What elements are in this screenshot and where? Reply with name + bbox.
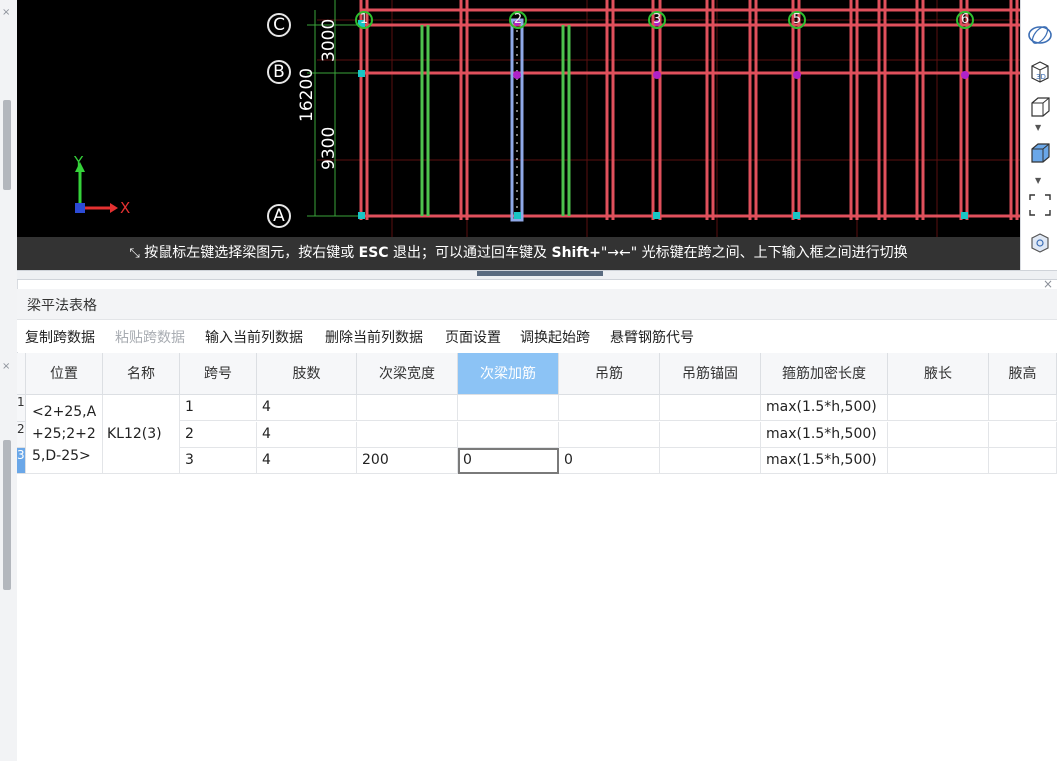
column-marker-6: 6 xyxy=(956,11,974,29)
panel-splitter[interactable] xyxy=(17,270,1057,280)
stirrup-dense-length-cell[interactable]: max(1.5*h,500) xyxy=(761,448,888,474)
hint-key-shift: Shift+ xyxy=(551,245,601,261)
hanger-bar-cell[interactable] xyxy=(559,422,660,448)
span-number-cell[interactable]: 2 xyxy=(180,422,257,448)
span-number-cell[interactable]: 1 xyxy=(180,395,257,421)
name-cell[interactable]: KL12(3) xyxy=(103,395,180,474)
position-line: 5,D-25> xyxy=(32,448,91,464)
legs-cell[interactable]: 4 xyxy=(257,448,357,474)
hint-text-1: 按鼠标左键选择梁图元，按右键或 xyxy=(144,245,355,261)
splitter-handle[interactable] xyxy=(477,271,603,276)
axis-bubble-C: C xyxy=(267,13,291,37)
hanger-bar-cell[interactable]: 0 xyxy=(559,448,660,474)
haunch-length-cell[interactable] xyxy=(888,448,989,474)
dimension-16200: 16200 xyxy=(297,67,317,122)
hanger-anchor-cell[interactable] xyxy=(660,395,761,421)
box-view-icon[interactable] xyxy=(1027,94,1053,120)
close-icon[interactable]: × xyxy=(2,362,10,372)
page-setup-button[interactable]: 页面设置 xyxy=(445,327,501,347)
haunch-length-cell[interactable] xyxy=(888,422,989,448)
hint-key-esc: ESC xyxy=(358,245,389,261)
legs-cell[interactable]: 4 xyxy=(257,422,357,448)
corner-cell xyxy=(17,353,26,395)
header-secondary-beam-width[interactable]: 次梁宽度 xyxy=(357,353,458,395)
beam-table: 位置 名称 跨号 肢数 次梁宽度 次梁加筋 吊筋 吊筋锚固 箍筋加密长度 腋长 … xyxy=(17,353,1057,761)
position-line: <2+25,A xyxy=(32,404,97,420)
column-marker-2: 2 xyxy=(509,11,527,29)
x-axis-label: X xyxy=(120,199,131,217)
cad-drawing xyxy=(75,0,1020,237)
dimension-9300: 9300 xyxy=(319,126,339,170)
hint-text-3: "→←" 光标键在跨之间、上下输入框之间进行切换 xyxy=(600,245,908,261)
y-axis-label: Y xyxy=(74,153,84,171)
header-secondary-beam-rebar[interactable]: 次梁加筋 xyxy=(458,353,559,395)
header-stirrup-dense-length[interactable]: 箍筋加密长度 xyxy=(761,353,888,395)
haunch-height-cell[interactable] xyxy=(989,422,1057,448)
view-3d-icon[interactable]: 3D xyxy=(1027,58,1053,84)
header-haunch-height[interactable]: 腋高 xyxy=(989,353,1057,395)
panel-toolbar: 复制跨数据 粘贴跨数据 输入当前列数据 删除当前列数据 页面设置 调换起始跨 悬… xyxy=(17,320,1057,352)
secondary-beam-width-cell[interactable]: 200 xyxy=(357,448,458,474)
box-view-filled-icon[interactable] xyxy=(1027,140,1053,166)
column-marker-3: 3 xyxy=(648,11,666,29)
dimension-3000: 3000 xyxy=(319,18,339,62)
axis-bubble-A: A xyxy=(267,204,291,228)
header-span-number[interactable]: 跨号 xyxy=(180,353,257,395)
position-cell[interactable]: <2+25,A +25;2+2 5,D-25> xyxy=(26,395,103,474)
left-dock-strip: × × xyxy=(0,0,18,761)
orbit-icon[interactable] xyxy=(1027,22,1053,48)
input-current-column-button[interactable]: 输入当前列数据 xyxy=(205,327,303,347)
chevron-down-icon[interactable]: ▼ xyxy=(1035,176,1041,185)
row-number[interactable]: 2 xyxy=(17,422,26,448)
header-hanger-anchor[interactable]: 吊筋锚固 xyxy=(660,353,761,395)
view-toolbar: 3D ▼ ▼ xyxy=(1020,0,1057,270)
header-haunch-length[interactable]: 腋长 xyxy=(888,353,989,395)
legs-cell[interactable]: 4 xyxy=(257,395,357,421)
span-number-cell[interactable]: 3 xyxy=(180,448,257,474)
cantilever-rebar-code-button[interactable]: 悬臂钢筋代号 xyxy=(610,327,694,347)
secondary-beam-rebar-input[interactable]: 0 xyxy=(458,448,559,474)
hanger-anchor-cell[interactable] xyxy=(660,448,761,474)
panel-title: 梁平法表格 xyxy=(27,298,97,314)
haunch-length-cell[interactable] xyxy=(888,395,989,421)
haunch-height-cell[interactable] xyxy=(989,395,1057,421)
header-hanger-bar[interactable]: 吊筋 xyxy=(559,353,660,395)
cad-viewport[interactable]: C B A 3000 16200 9300 1 2 3 5 6 Y X ⤡ 按鼠… xyxy=(17,0,1020,270)
settings-cube-icon[interactable] xyxy=(1027,230,1053,256)
dock-tab[interactable] xyxy=(3,100,11,190)
header-position[interactable]: 位置 xyxy=(26,353,103,395)
copy-span-data-button[interactable]: 复制跨数据 xyxy=(25,327,95,347)
panel-header: 梁平法表格 xyxy=(17,289,1057,320)
position-line: +25;2+2 xyxy=(32,426,96,442)
paste-span-data-button[interactable]: 粘贴跨数据 xyxy=(115,327,185,347)
secondary-beam-rebar-cell[interactable] xyxy=(458,395,559,421)
swap-start-span-button[interactable]: 调换起始跨 xyxy=(520,327,590,347)
column-marker-5: 5 xyxy=(788,11,806,29)
collapse-icon: ⤡ xyxy=(129,246,140,261)
secondary-beam-width-cell[interactable] xyxy=(357,395,458,421)
svg-text:3D: 3D xyxy=(1036,73,1046,81)
stirrup-dense-length-cell[interactable]: max(1.5*h,500) xyxy=(761,395,888,421)
close-icon[interactable]: × xyxy=(2,8,10,18)
dock-tab[interactable] xyxy=(3,440,11,590)
column-marker-1: 1 xyxy=(355,11,373,29)
hanger-anchor-cell[interactable] xyxy=(660,422,761,448)
axis-bubble-B: B xyxy=(267,60,291,84)
header-name[interactable]: 名称 xyxy=(103,353,180,395)
delete-current-column-button[interactable]: 删除当前列数据 xyxy=(325,327,423,347)
zoom-extent-icon[interactable] xyxy=(1027,192,1053,218)
secondary-beam-rebar-cell[interactable] xyxy=(458,422,559,448)
row-number[interactable]: 1 xyxy=(17,395,26,422)
status-hint-bar: ⤡ 按鼠标左键选择梁图元，按右键或 ESC 退出；可以通过回车键及 Shift+… xyxy=(17,237,1020,270)
chevron-down-icon[interactable]: ▼ xyxy=(1035,123,1041,132)
hanger-bar-cell[interactable] xyxy=(559,395,660,421)
row-number[interactable]: 3 xyxy=(17,448,26,474)
hint-text-2: 退出；可以通过回车键及 xyxy=(393,245,548,261)
haunch-height-cell[interactable] xyxy=(989,448,1057,474)
stirrup-dense-length-cell[interactable]: max(1.5*h,500) xyxy=(761,422,888,448)
secondary-beam-width-cell[interactable] xyxy=(357,422,458,448)
header-legs[interactable]: 肢数 xyxy=(257,353,357,395)
